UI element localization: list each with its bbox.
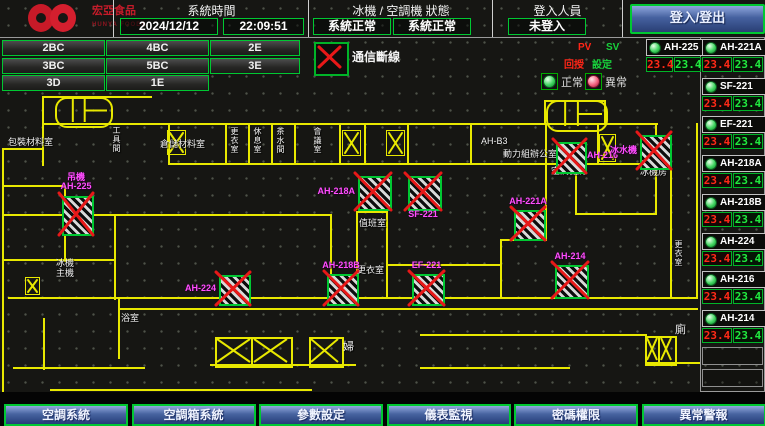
nav-button-1[interactable]: 空調系統 bbox=[4, 404, 128, 426]
nav-button-5[interactable]: 密碼權限 bbox=[514, 404, 638, 426]
nav-button-3[interactable]: 參數設定 bbox=[259, 404, 383, 426]
nav-button-4[interactable]: 儀表監視 bbox=[387, 404, 511, 426]
nav-button-2[interactable]: 空調箱系統 bbox=[132, 404, 256, 426]
footer-nav: 空調系統空調箱系統參數設定儀表監視密碼權限異常警報 bbox=[0, 0, 765, 426]
hmi-screen: 宏亞食品 HUNYA FOODS 系統時間 2024/12/12 22:09:5… bbox=[0, 0, 765, 426]
nav-button-6[interactable]: 異常警報 bbox=[642, 404, 765, 426]
